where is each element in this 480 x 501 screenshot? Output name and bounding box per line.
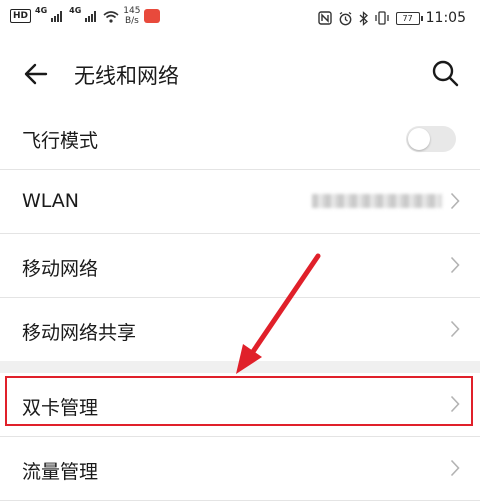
airplane-mode-row[interactable]: 飞行模式	[0, 106, 480, 170]
chevron-right-icon	[450, 192, 460, 210]
chevron-right-icon	[450, 256, 460, 274]
wlan-network-name-redacted	[312, 194, 442, 208]
settings-list: 飞行模式 WLAN 移动网络 移动网络共享 双卡管理 流量管理	[0, 106, 480, 501]
data-usage-label: 流量管理	[22, 461, 99, 483]
tethering-label: 移动网络共享	[22, 322, 137, 344]
alarm-icon	[339, 11, 352, 25]
settings-group-network: 飞行模式 WLAN 移动网络 移动网络共享	[0, 106, 480, 361]
search-icon[interactable]	[430, 58, 460, 88]
vibrate-icon	[374, 11, 389, 25]
section-divider	[0, 361, 480, 373]
bluetooth-icon	[359, 10, 368, 26]
chevron-right-icon	[450, 459, 460, 477]
app-notification-icon	[144, 9, 161, 23]
speed-unit: B/s	[124, 16, 139, 26]
mobile-network-row[interactable]: 移动网络	[0, 234, 480, 298]
toggle-knob	[408, 128, 430, 150]
signal-icon-2	[85, 11, 97, 22]
network-type-1: 4G	[35, 6, 48, 15]
status-time: 11:05	[425, 10, 466, 26]
tethering-row[interactable]: 移动网络共享	[0, 298, 480, 361]
wifi-icon	[103, 10, 119, 23]
back-arrow-icon[interactable]	[22, 60, 50, 88]
airplane-mode-label: 飞行模式	[22, 130, 99, 152]
wlan-row[interactable]: WLAN	[0, 170, 480, 234]
page-title: 无线和网络	[74, 64, 179, 88]
status-bar: HD 4G 4G 145 B/s 77 11:05	[0, 0, 480, 42]
hd-badge: HD	[10, 9, 32, 23]
speed-value: 145	[123, 6, 141, 16]
battery-indicator: 77	[395, 11, 423, 25]
signal-icon-1	[51, 11, 63, 22]
app-bar: 无线和网络	[0, 42, 480, 106]
status-left: HD 4G 4G 145 B/s	[10, 6, 161, 26]
status-right: 77 11:05	[317, 10, 466, 26]
data-usage-row[interactable]: 流量管理	[0, 437, 480, 501]
network-speed: 145 B/s	[123, 6, 140, 26]
wlan-label: WLAN	[22, 190, 80, 212]
chevron-right-icon	[450, 320, 460, 338]
highlight-box	[5, 376, 473, 426]
network-type-2: 4G	[69, 6, 82, 15]
airplane-mode-toggle[interactable]	[406, 126, 456, 152]
nfc-icon	[317, 11, 332, 25]
mobile-network-label: 移动网络	[22, 258, 99, 280]
